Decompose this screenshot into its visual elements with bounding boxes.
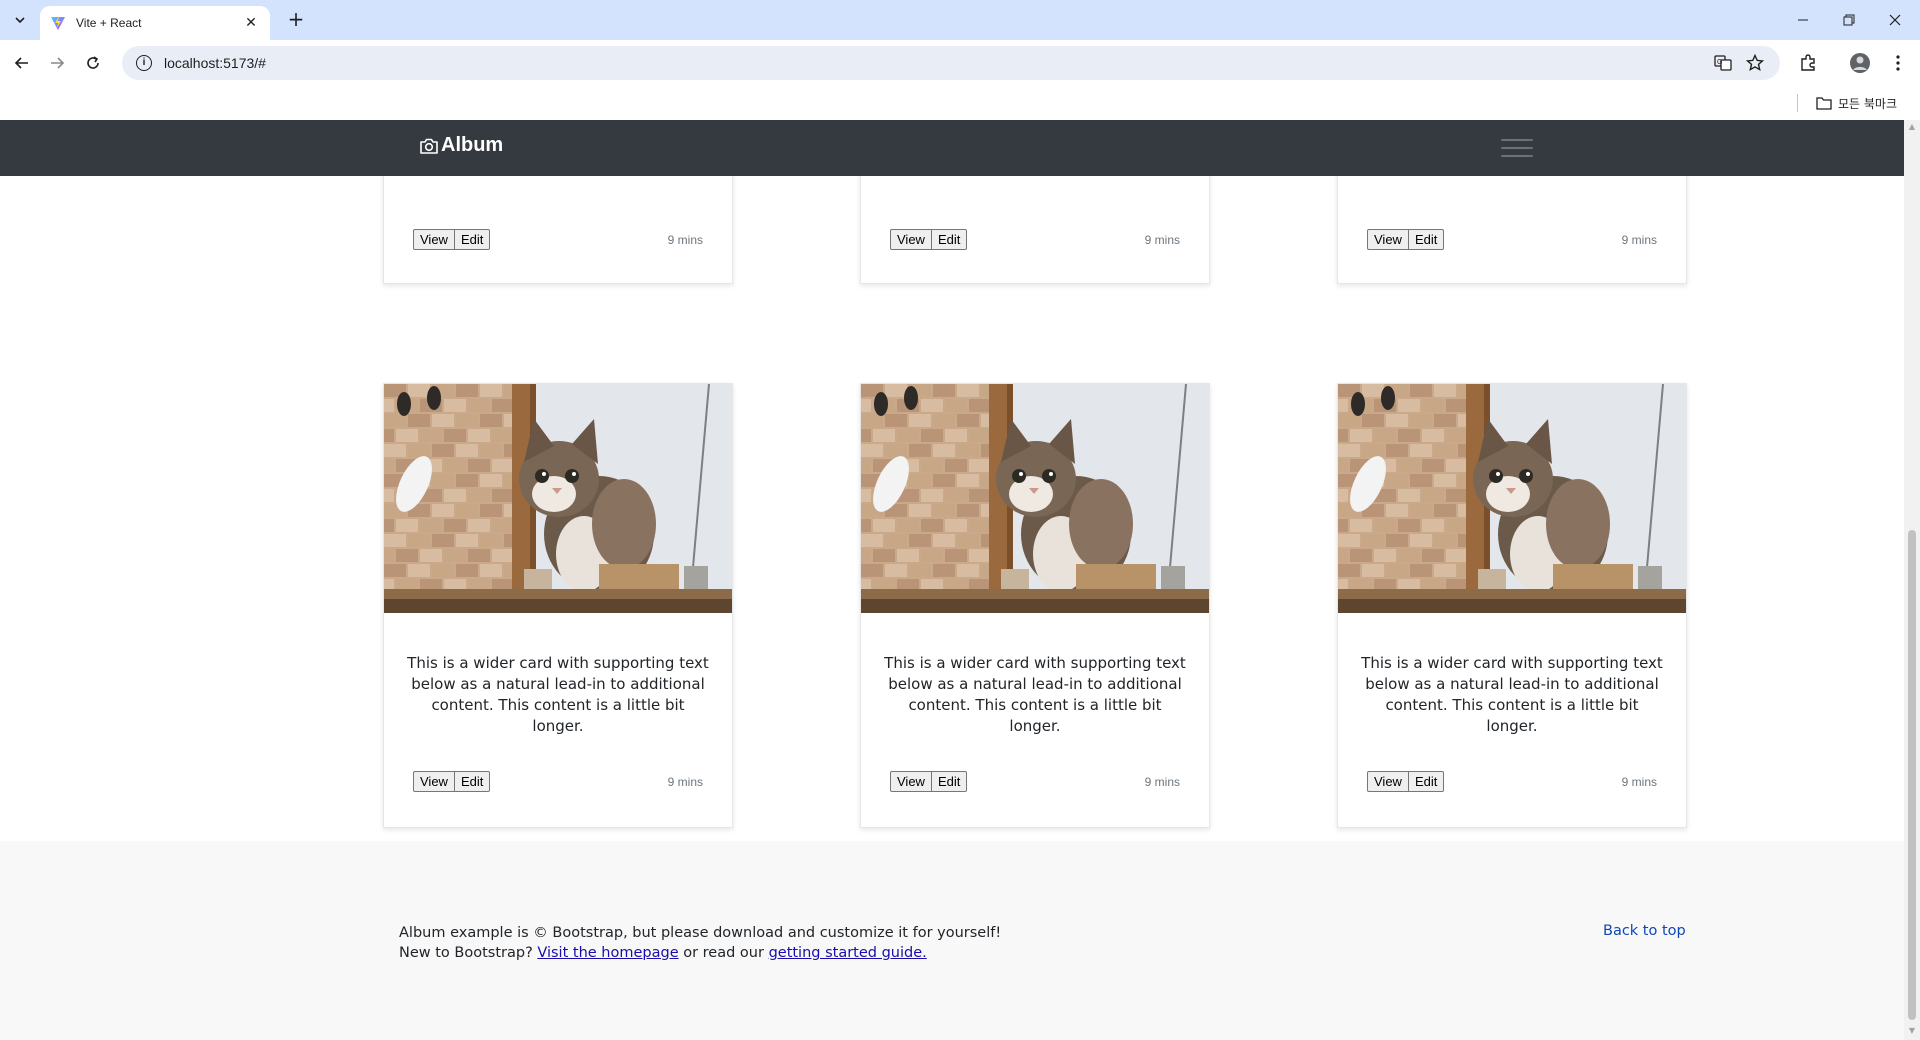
- scrollbar-thumb[interactable]: [1908, 530, 1916, 1020]
- browser-tab[interactable]: Vite + React ✕: [40, 6, 270, 40]
- card-button-group: View Edit: [890, 229, 968, 250]
- card-time: 9 mins: [667, 775, 703, 789]
- camera-icon: [420, 138, 438, 154]
- site-info-icon[interactable]: i: [136, 55, 152, 71]
- view-button[interactable]: View: [1367, 229, 1409, 250]
- card-button-group: View Edit: [413, 229, 491, 250]
- folder-icon: [1816, 97, 1832, 110]
- bookmarks-divider: [1797, 94, 1798, 112]
- edit-button[interactable]: Edit: [1408, 229, 1445, 250]
- card-cat-image: [384, 384, 732, 613]
- card-button-group: View Edit: [890, 771, 968, 792]
- more-menu-icon[interactable]: [1884, 49, 1912, 77]
- browser-toolbar: i localhost:5173/# G: [0, 40, 1920, 86]
- card: This is a wider card with supporting tex…: [383, 383, 733, 828]
- card-body: This is a wider card with supporting tex…: [861, 613, 1209, 827]
- vite-logo-icon: [51, 16, 65, 30]
- extensions-puzzle-icon[interactable]: [1794, 49, 1822, 77]
- window-close-icon[interactable]: [1872, 4, 1918, 36]
- scroll-down-arrow-icon[interactable]: ▼: [1907, 1026, 1917, 1035]
- all-bookmarks-button[interactable]: 모든 북마크: [1816, 92, 1897, 114]
- bookmark-star-icon[interactable]: [1746, 46, 1764, 80]
- tab-close-icon[interactable]: ✕: [242, 15, 260, 31]
- svg-text:G: G: [1717, 59, 1722, 66]
- card-body: This is a wider card with supporting tex…: [1338, 613, 1686, 827]
- footer-copyright-line: Album example is © Bootstrap, but please…: [399, 925, 1002, 941]
- view-button[interactable]: View: [890, 229, 932, 250]
- view-button[interactable]: View: [413, 229, 455, 250]
- footer-help-middle: or read our: [678, 945, 769, 961]
- card: This is a wider card with supporting tex…: [1337, 383, 1687, 828]
- card-time: 9 mins: [1621, 233, 1657, 247]
- restore-icon[interactable]: [1826, 4, 1872, 36]
- card-cat-image: [861, 384, 1209, 613]
- card-cat-image: [1338, 384, 1686, 613]
- tab-strip: Vite + React ✕ +: [0, 0, 1920, 40]
- view-button[interactable]: View: [1367, 771, 1409, 792]
- card: This is a wider card with supporting tex…: [860, 383, 1210, 828]
- edit-button[interactable]: Edit: [454, 229, 491, 250]
- minimize-icon[interactable]: [1780, 4, 1826, 36]
- all-bookmarks-label: 모든 북마크: [1838, 96, 1898, 111]
- page-viewport: Album View Edit 9 mins View Edit 9 mins …: [0, 120, 1904, 1040]
- translate-icon[interactable]: G: [1714, 46, 1732, 80]
- card-button-group: View Edit: [1367, 229, 1445, 250]
- address-bar[interactable]: i localhost:5173/# G: [122, 46, 1780, 80]
- back-arrow-icon[interactable]: [8, 49, 36, 77]
- view-button[interactable]: View: [890, 771, 932, 792]
- forward-arrow-icon[interactable]: [43, 49, 71, 77]
- card-button-group: View Edit: [1367, 771, 1445, 792]
- new-tab-plus-icon[interactable]: +: [282, 8, 310, 32]
- edit-button[interactable]: Edit: [931, 229, 968, 250]
- brand-title: Album: [441, 134, 504, 156]
- tab-title: Vite + React: [76, 16, 142, 30]
- reload-icon[interactable]: [79, 49, 107, 77]
- footer: Album example is © Bootstrap, but please…: [0, 841, 1904, 1040]
- navbar: Album: [0, 120, 1904, 176]
- card-time: 9 mins: [1621, 775, 1657, 789]
- card-time: 9 mins: [1144, 233, 1180, 247]
- navbar-toggler-menu-icon[interactable]: [1497, 134, 1537, 162]
- getting-started-link[interactable]: getting started guide.: [769, 945, 927, 961]
- view-button[interactable]: View: [413, 771, 455, 792]
- footer-help-prefix: New to Bootstrap?: [399, 945, 538, 961]
- card-time: 9 mins: [667, 233, 703, 247]
- card-body: This is a wider card with supporting tex…: [384, 613, 732, 827]
- footer-help-line: New to Bootstrap? Visit the homepage or …: [399, 943, 927, 963]
- edit-button[interactable]: Edit: [1408, 771, 1445, 792]
- back-to-top-link[interactable]: Back to top: [1603, 923, 1686, 939]
- card-time: 9 mins: [1144, 775, 1180, 789]
- profile-avatar-icon[interactable]: [1846, 49, 1874, 77]
- album-section: View Edit 9 mins View Edit 9 mins View E…: [0, 136, 1904, 841]
- homepage-link[interactable]: Visit the homepage: [537, 945, 678, 961]
- tab-search-chevron-icon[interactable]: [6, 8, 34, 32]
- card-text: This is a wider card with supporting tex…: [407, 654, 709, 735]
- bookmarks-bar: 모든 북마크: [0, 86, 1920, 120]
- card-button-group: View Edit: [413, 771, 491, 792]
- card-text: This is a wider card with supporting tex…: [884, 654, 1186, 735]
- edit-button[interactable]: Edit: [454, 771, 491, 792]
- navbar-brand[interactable]: Album: [419, 134, 503, 157]
- card-text: This is a wider card with supporting tex…: [1361, 654, 1663, 735]
- page-scrollbar[interactable]: ▲ ▼: [1904, 120, 1920, 1040]
- url-text[interactable]: localhost:5173/#: [164, 55, 266, 71]
- edit-button[interactable]: Edit: [931, 771, 968, 792]
- scroll-up-arrow-icon[interactable]: ▲: [1907, 122, 1917, 131]
